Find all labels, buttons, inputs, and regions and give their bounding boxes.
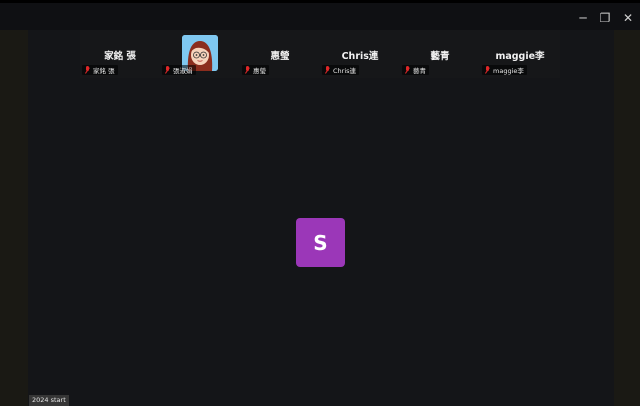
close-button[interactable]: ✕ [617,8,639,28]
mic-muted-icon [404,66,410,74]
participant-label-text: 惠瑩 [253,67,266,75]
participant-label-text: 藝青 [413,67,426,75]
title-bar: ─ ❐ ✕ [0,0,640,33]
participant-label: 藝青 [402,65,429,75]
mic-muted-icon [244,66,250,74]
mic-muted-icon [164,66,170,74]
active-speaker-avatar[interactable]: S [296,218,345,267]
participant-name: 家銘 張 [104,51,136,62]
participant-name: 惠瑩 [270,51,290,62]
participant-tile[interactable]: Chris連 Chris連 [320,34,400,78]
restore-button[interactable]: ❐ [594,8,616,28]
participant-label: 家銘 張 [82,65,118,75]
participant-name: maggie李 [495,51,545,62]
participant-tile[interactable]: maggie李 maggie李 [480,34,560,78]
participant-label: maggie李 [482,65,527,75]
participant-tile[interactable]: 惠瑩 惠瑩 [240,34,320,78]
right-margin [614,30,640,406]
participant-label-text: maggie李 [493,67,524,75]
participant-label-text: 家銘 張 [93,67,115,75]
mic-muted-icon [324,66,330,74]
participant-tile[interactable]: 家銘 張 家銘 張 [80,34,160,78]
participant-label: 張淑娟 [162,65,196,75]
mic-muted-icon [484,66,490,74]
participant-label-text: 張淑娟 [173,67,193,75]
participant-name: Chris連 [341,51,379,62]
participant-tile[interactable]: 藝青 藝青 [400,34,480,78]
participant-name: 藝青 [430,51,450,62]
left-margin [0,30,28,406]
participant-tile[interactable]: 張淑娟 [160,34,240,78]
minimize-button[interactable]: ─ [572,8,594,28]
self-name-label: 2024 start [29,395,69,406]
mic-muted-icon [84,66,90,74]
participant-label: Chris連 [322,65,360,75]
participant-label: 惠瑩 [242,65,269,75]
participant-label-text: Chris連 [333,67,357,75]
